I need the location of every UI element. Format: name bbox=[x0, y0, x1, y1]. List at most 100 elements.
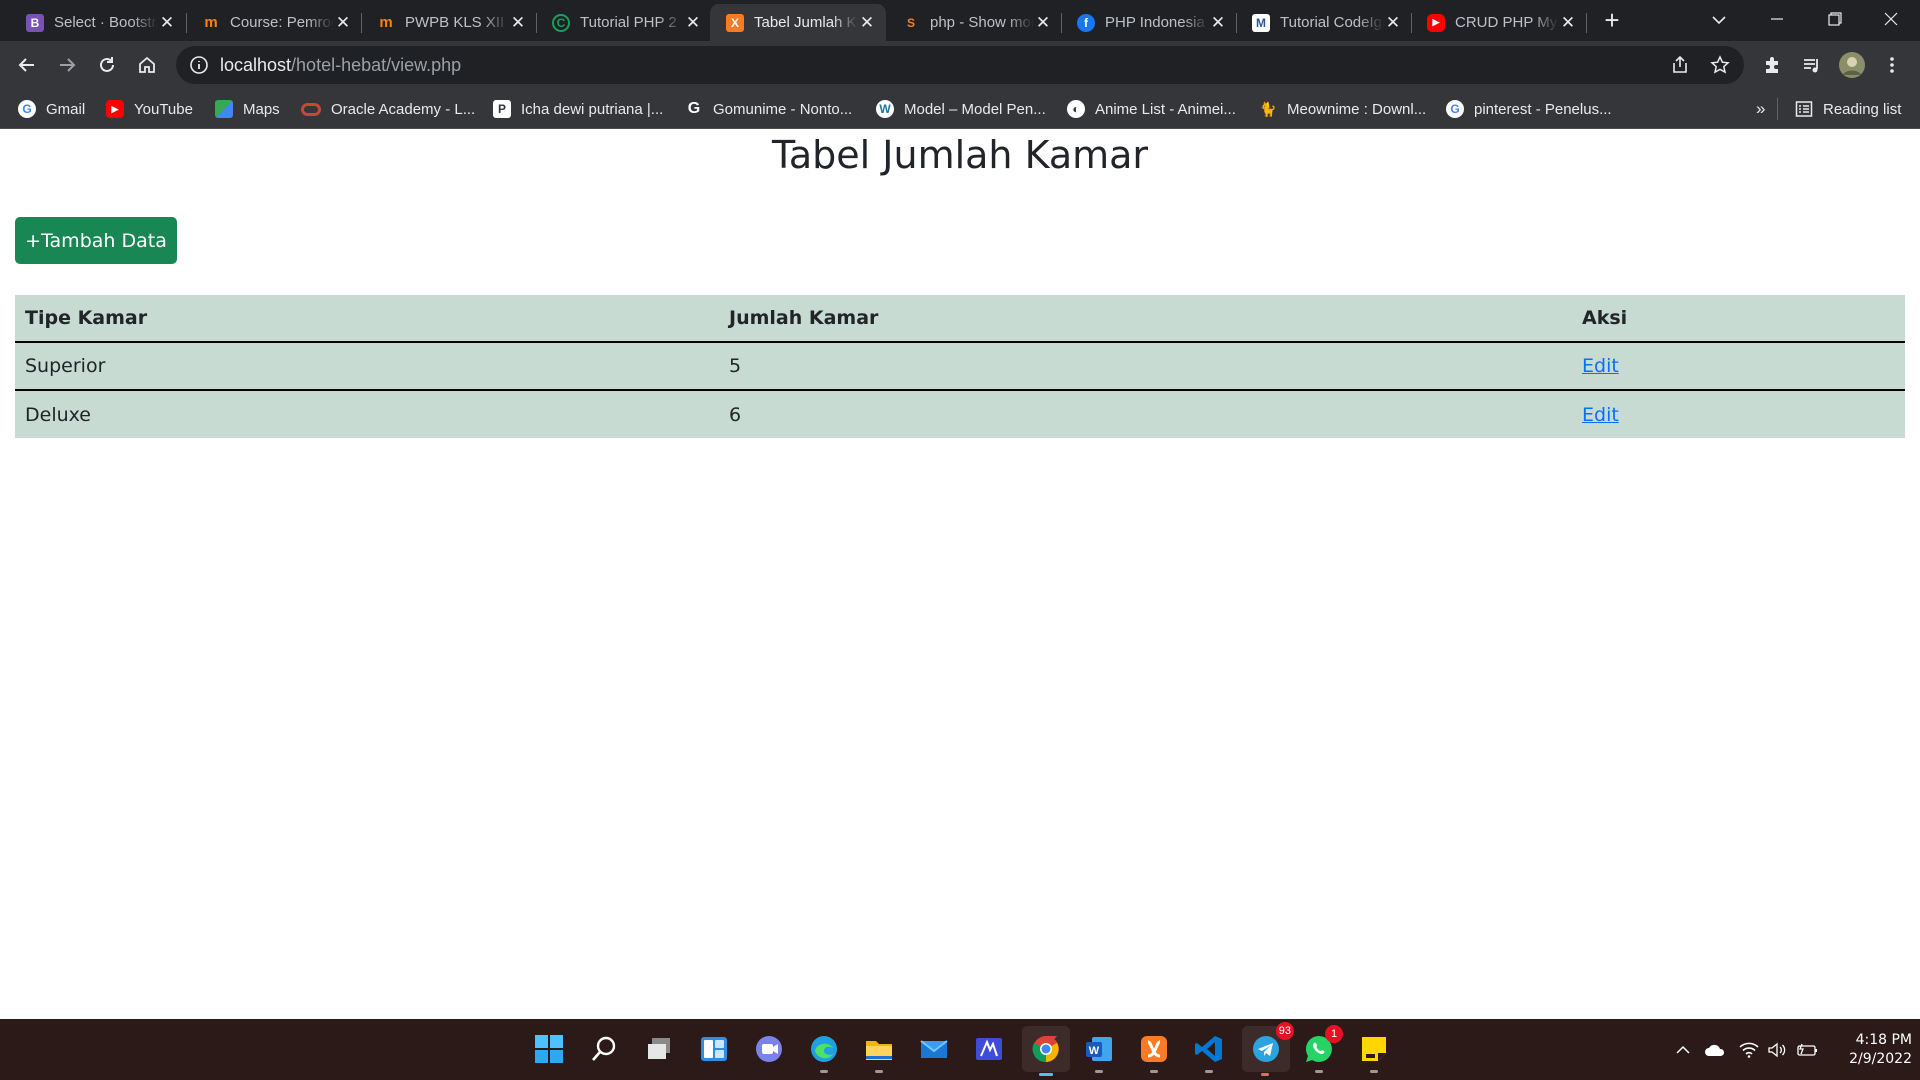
header-jumlah-kamar: Jumlah Kamar bbox=[719, 295, 1572, 343]
xampp-icon bbox=[1141, 1036, 1167, 1062]
bookmark-pinterest[interactable]: G pinterest - Penelus... bbox=[1446, 89, 1612, 129]
file-explorer-icon bbox=[866, 1041, 892, 1060]
tab-bootstrap[interactable]: B Select · Bootstrap ✕ bbox=[10, 4, 186, 41]
bookmark-label: Maps bbox=[243, 100, 280, 118]
reload-button[interactable] bbox=[91, 49, 123, 81]
media-control-button[interactable] bbox=[1796, 49, 1828, 81]
bookmark-meownime[interactable]: 🐈 Meownime : Downl... bbox=[1259, 89, 1426, 129]
tab-pwpb[interactable]: m PWPB KLS XII ✕ bbox=[361, 4, 537, 41]
restore-button[interactable] bbox=[1806, 0, 1864, 38]
bookmark-youtube[interactable]: ▶ YouTube bbox=[106, 89, 193, 129]
url-text[interactable]: localhost/hotel-hebat/view.php bbox=[220, 55, 461, 76]
svg-text:W: W bbox=[1089, 1045, 1100, 1057]
onedrive-button[interactable] bbox=[1700, 1019, 1730, 1080]
room-count-table: Tipe Kamar Jumlah Kamar Aksi Superior 5 … bbox=[15, 295, 1905, 438]
tab-search-button[interactable] bbox=[1707, 8, 1731, 32]
tab-crud-php[interactable]: ▶ CRUD PHP MySQL ✕ bbox=[1411, 4, 1587, 41]
whatsapp-button[interactable]: 1 bbox=[1299, 1025, 1343, 1073]
close-tab-icon[interactable]: ✕ bbox=[1559, 13, 1577, 33]
tab-course[interactable]: m Course: Pemrograman ✕ bbox=[186, 4, 362, 41]
youtube-icon: ▶ bbox=[106, 100, 124, 118]
sticky-notes-button[interactable] bbox=[1354, 1029, 1394, 1073]
system-clock[interactable]: 4:18 PM 2/9/2022 bbox=[1832, 1031, 1912, 1069]
oracle-icon bbox=[301, 102, 321, 116]
profile-avatar[interactable] bbox=[1836, 49, 1868, 81]
teams-chat-button[interactable] bbox=[749, 1029, 789, 1069]
malasngoding-icon: M bbox=[1252, 13, 1270, 32]
bookmark-oracle-academy[interactable]: Oracle Academy - L... bbox=[301, 89, 475, 129]
windows-taskbar: W 93 1 4:18 PM 2/9/2022 bbox=[0, 1019, 1920, 1080]
chrome-button[interactable] bbox=[1022, 1026, 1070, 1076]
extensions-button[interactable] bbox=[1756, 49, 1788, 81]
bookmarks-bar: G Gmail ▶ YouTube Maps Oracle Academy - … bbox=[0, 89, 1920, 129]
minimize-button[interactable] bbox=[1748, 0, 1806, 38]
restore-icon bbox=[1828, 12, 1842, 26]
whatsapp-unread-badge: 1 bbox=[1325, 1025, 1343, 1043]
info-icon[interactable] bbox=[188, 54, 210, 76]
start-button[interactable] bbox=[529, 1029, 569, 1069]
widgets-button[interactable] bbox=[694, 1029, 734, 1069]
tab-stackoverflow[interactable]: S php - Show more ✕ bbox=[886, 4, 1062, 41]
address-bar[interactable]: localhost/hotel-hebat/view.php bbox=[176, 46, 1744, 84]
close-tab-icon[interactable]: ✕ bbox=[684, 13, 702, 33]
close-tab-icon[interactable]: ✕ bbox=[158, 13, 176, 33]
home-button[interactable] bbox=[131, 49, 163, 81]
add-data-button[interactable]: +Tambah Data bbox=[15, 217, 177, 264]
bookmark-star-button[interactable] bbox=[1704, 49, 1736, 81]
close-tab-icon[interactable]: ✕ bbox=[1384, 13, 1402, 33]
close-window-button[interactable] bbox=[1862, 0, 1920, 38]
xampp-icon: X bbox=[726, 13, 744, 32]
new-tab-button[interactable]: + bbox=[1598, 6, 1626, 34]
bookmark-label: Anime List - Animei... bbox=[1095, 100, 1236, 118]
tab-php-indonesia[interactable]: f PHP Indonesia ✕ bbox=[1061, 4, 1237, 41]
wifi-button[interactable] bbox=[1735, 1019, 1763, 1080]
xampp-button[interactable] bbox=[1134, 1029, 1174, 1073]
bookmark-maps[interactable]: Maps bbox=[215, 89, 280, 129]
tab-divider bbox=[1586, 13, 1587, 33]
chevron-up-icon bbox=[1676, 1045, 1690, 1054]
maps-icon bbox=[215, 100, 233, 118]
share-button[interactable] bbox=[1664, 49, 1696, 81]
bookmark-gomunime[interactable]: G Gomunime - Nonto... bbox=[685, 89, 852, 129]
back-button[interactable] bbox=[11, 49, 43, 81]
bookmark-gmail[interactable]: G Gmail bbox=[18, 89, 85, 129]
tab-title: Tabel Jumlah Kamar bbox=[754, 14, 858, 31]
cell-tipe-kamar: Deluxe bbox=[15, 390, 719, 438]
reading-list-button[interactable]: Reading list bbox=[1795, 89, 1901, 129]
bookmark-anime-list[interactable]: ◐ Anime List - Animei... bbox=[1067, 89, 1236, 129]
app-button[interactable] bbox=[969, 1029, 1009, 1069]
mail-button[interactable] bbox=[914, 1029, 954, 1069]
forward-button[interactable] bbox=[51, 49, 83, 81]
edge-button[interactable] bbox=[804, 1029, 844, 1073]
arrow-right-icon bbox=[60, 58, 76, 72]
header-tipe-kamar: Tipe Kamar bbox=[15, 295, 719, 343]
more-bookmarks-button[interactable]: » bbox=[1756, 89, 1765, 129]
show-hidden-icons-button[interactable] bbox=[1670, 1019, 1696, 1080]
battery-button[interactable] bbox=[1793, 1019, 1823, 1080]
close-tab-icon[interactable]: ✕ bbox=[1209, 13, 1227, 33]
close-tab-icon[interactable]: ✕ bbox=[509, 13, 527, 33]
chrome-menu-button[interactable] bbox=[1876, 49, 1908, 81]
close-tab-icon[interactable]: ✕ bbox=[334, 13, 352, 33]
tab-title: Select · Bootstrap bbox=[54, 14, 158, 31]
close-icon bbox=[1884, 12, 1898, 26]
taskbar-search-button[interactable] bbox=[584, 1029, 624, 1069]
telegram-button[interactable]: 93 bbox=[1242, 1022, 1294, 1076]
vscode-button[interactable] bbox=[1189, 1029, 1229, 1073]
edit-link[interactable]: Edit bbox=[1582, 404, 1619, 426]
edit-link[interactable]: Edit bbox=[1582, 355, 1619, 377]
task-view-button[interactable] bbox=[639, 1029, 679, 1069]
tab-tutorial-codeigniter[interactable]: M Tutorial CodeIgniter ✕ bbox=[1236, 4, 1412, 41]
animeindo-icon: ◐ bbox=[1067, 100, 1085, 118]
chevron-down-icon bbox=[1712, 16, 1726, 25]
volume-button[interactable] bbox=[1763, 1019, 1791, 1080]
word-button[interactable]: W bbox=[1079, 1029, 1119, 1073]
file-explorer-button[interactable] bbox=[859, 1029, 899, 1073]
tab-tutorial-php[interactable]: C Tutorial PHP 2 ✕ bbox=[536, 4, 712, 41]
running-indicator bbox=[1205, 1070, 1213, 1073]
bookmark-model-pen[interactable]: W Model – Model Pen... bbox=[876, 89, 1046, 129]
close-tab-icon[interactable]: ✕ bbox=[858, 13, 876, 33]
close-tab-icon[interactable]: ✕ bbox=[1034, 13, 1052, 33]
tab-tabel-jumlah-kamar[interactable]: X Tabel Jumlah Kamar ✕ bbox=[710, 4, 886, 41]
bookmark-pixiv[interactable]: P Icha dewi putriana |... bbox=[493, 89, 663, 129]
